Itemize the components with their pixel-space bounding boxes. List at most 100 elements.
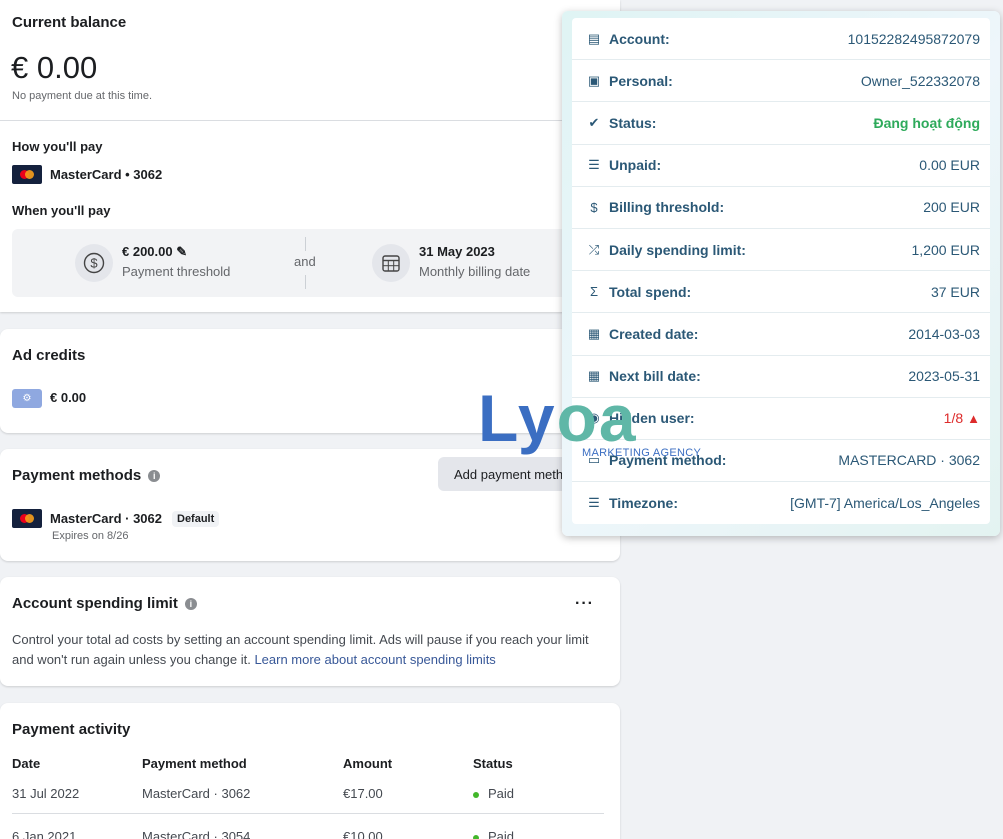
row-divider [12, 813, 604, 814]
info-label: Hidden user: [609, 410, 695, 427]
spending-limit-description: Control your total ad costs by setting a… [12, 630, 612, 670]
threshold-label: Payment threshold [122, 264, 231, 279]
payment-method-card-text: MasterCard · 3062 [50, 511, 162, 526]
info-label: Created date: [609, 325, 699, 342]
info-value: Owner_522332078 [860, 72, 980, 89]
row-status: Paid [473, 829, 514, 839]
row-date: 31 Jul 2022 [12, 786, 80, 801]
pencil-icon[interactable]: ✎ [176, 244, 187, 259]
payment-methods-header: Payment methods i [12, 467, 161, 484]
info-icon[interactable]: i [148, 469, 161, 482]
document-icon: ▤ [587, 30, 601, 46]
learn-more-link[interactable]: Learn more about account spending limits [254, 652, 495, 667]
invoice-icon: $ [590, 199, 598, 215]
info-row-unpaid: ☰ Unpaid: 0.00 EUR [572, 144, 990, 187]
account-info-panel: ▤ Account: 10152282495872079 ▣ Personal:… [562, 11, 1000, 536]
info-row-payment-method: ▭ Payment method: MASTERCARD · 3062 [572, 439, 990, 483]
credit-card-icon: ▭ [587, 452, 601, 468]
info-label: Account: [609, 30, 670, 47]
info-value: 2023-05-31 [908, 368, 980, 385]
info-value: 1,200 EUR [911, 241, 980, 258]
info-value: [GMT-7] America/Los_Angeles [790, 495, 980, 512]
info-row-created-date: ▦ Created date: 2014-03-03 [572, 313, 990, 356]
info-value: MASTERCARD · 3062 [838, 452, 980, 469]
info-value: 2014-03-03 [908, 325, 980, 342]
how-you-pay-label: How you'll pay [12, 139, 103, 154]
spending-limit-card: Account spending limit i ··· Control you… [0, 577, 620, 686]
info-label: Daily spending limit: [609, 241, 746, 258]
status-dot [473, 834, 479, 839]
info-label: Status: [609, 114, 657, 131]
card-expiry: Expires on 8/26 [52, 530, 129, 542]
and-text: and [294, 254, 316, 269]
primary-card-text: MasterCard • 3062 [50, 167, 163, 182]
row-amount: €17.00 [343, 786, 383, 801]
info-label: Total spend: [609, 283, 692, 300]
threshold-value: € 200.00 ✎ [122, 244, 187, 260]
row-amount: €10.00 [343, 829, 383, 839]
info-row-daily-limit: ⤮ Daily spending limit: 1,200 EUR [572, 228, 990, 272]
mastercard-icon [12, 509, 42, 528]
mastercard-icon [12, 165, 42, 184]
balance-amount: € 0.00 [11, 50, 98, 85]
separator-top [305, 237, 306, 251]
info-label: Next bill date: [609, 368, 701, 385]
info-value: 37 EUR [930, 283, 980, 300]
dollar-icon: $ [75, 244, 113, 282]
payment-method-row[interactable]: MasterCard · 3062 Default [12, 509, 220, 528]
status-text: Paid [488, 829, 515, 839]
column-header-method[interactable]: Payment method [142, 756, 247, 771]
column-header-amount[interactable]: Amount [343, 756, 392, 771]
hidden-user-icon: ◉ [588, 410, 600, 426]
info-row-personal: ▣ Personal: Owner_522332078 [572, 60, 990, 103]
info-label: Billing threshold: [609, 199, 725, 216]
more-options-icon[interactable]: ··· [575, 595, 594, 613]
payment-schedule-box: $ € 200.00 ✎ Payment threshold and 31 Ma… [12, 229, 608, 297]
spending-limit-title: Account spending limit [12, 595, 178, 612]
column-header-status[interactable]: Status [473, 756, 513, 771]
row-status: Paid [473, 786, 514, 801]
info-row-account: ▤ Account: 10152282495872079 [572, 18, 990, 61]
current-balance-card: Current balance € 0.00 No payment due at… [0, 0, 620, 312]
default-badge: Default [172, 510, 220, 527]
billing-date-value: 31 May 2023 [419, 244, 495, 259]
primary-card-row: MasterCard • 3062 [12, 165, 162, 184]
info-label: Personal: [609, 72, 673, 89]
balance-note: No payment due at this time. [12, 90, 153, 102]
ad-credits-amount: € 0.00 [50, 390, 87, 405]
info-value: 200 EUR [923, 199, 980, 216]
shuffle-icon: ⤮ [588, 241, 600, 257]
briefcase-icon: ▣ [587, 72, 601, 88]
list-icon: ☰ [588, 495, 600, 511]
payment-activity-card: Payment activity Date Payment method Amo… [0, 703, 620, 839]
info-row-timezone: ☰ Timezone: [GMT-7] America/Los_Angeles [572, 482, 990, 525]
warning-icon: ▲ [967, 411, 980, 427]
status-text: Paid [488, 786, 515, 801]
info-value: 10152282495872079 [847, 30, 980, 47]
hidden-user-value: 1/8 ▲ [944, 410, 980, 426]
status-value: Đang hoạt động [873, 114, 980, 131]
list-icon: ☰ [588, 157, 600, 173]
threshold-amount: € 200.00 [122, 244, 173, 259]
info-row-status: ✔ Status: Đang hoạt động [572, 102, 990, 145]
ad-credits-title: Ad credits [12, 347, 86, 364]
payment-methods-card: Payment methods i Add payment method Mas… [0, 449, 620, 561]
ad-credits-card: Ad credits ⚙ € 0.00 [0, 329, 620, 433]
current-balance-title: Current balance [12, 14, 127, 31]
check-circle-icon: ✔ [588, 114, 600, 130]
info-value: 0.00 EUR [919, 157, 980, 174]
row-date: 6 Jan 2021 [12, 829, 77, 839]
payment-activity-title: Payment activity [12, 721, 131, 738]
info-row-hidden-user: ◉ Hidden user: 1/8 ▲ [572, 397, 990, 440]
calendar-icon [372, 244, 410, 282]
calendar-up-icon: ▦ [587, 368, 601, 384]
separator-bottom [305, 275, 306, 289]
column-header-date[interactable]: Date [12, 756, 40, 771]
sigma-icon: Σ [589, 284, 599, 300]
spending-limit-header: Account spending limit i [12, 595, 197, 612]
row-method: MasterCard · 3062 [142, 786, 251, 801]
status-dot [473, 791, 479, 798]
divider [0, 120, 620, 121]
credit-icon: ⚙ [12, 389, 42, 408]
info-icon[interactable]: i [184, 597, 197, 610]
